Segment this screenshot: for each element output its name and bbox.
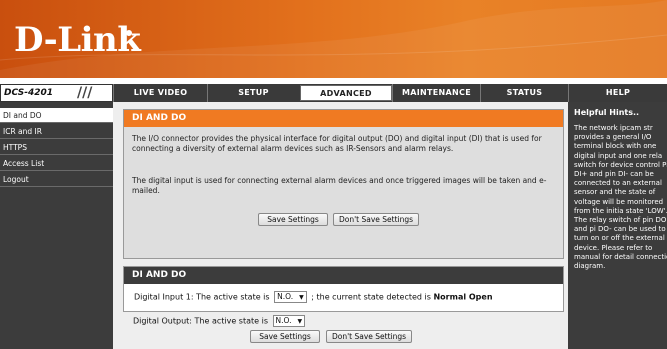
digital-output-row: Digital Output: The active state is N.O.… <box>133 315 307 327</box>
dlink-logo: D-Link <box>14 20 141 60</box>
settings-panel-title: DI AND DO <box>124 267 563 284</box>
sidebar: DI and DO ICR and IR HTTPS Access List L… <box>0 102 113 349</box>
di-do-info-panel: DI AND DO The I/O connector provides the… <box>123 109 564 259</box>
helpful-hints-panel: Helpful Hints.. The network ipcam str pr… <box>568 102 667 349</box>
hints-title: Helpful Hints.. <box>574 108 640 117</box>
di-do-settings-panel: DI AND DO Digital Input 1: The active st… <box>123 266 564 312</box>
digital-input-state-value: N.O. <box>277 292 294 301</box>
model-label: DCS-4201 /// <box>0 84 113 102</box>
digital-output-state-select[interactable]: N.O. ▼ <box>272 315 306 327</box>
sidebar-item-logout[interactable]: Logout <box>0 172 113 187</box>
model-name: DCS-4201 <box>4 88 54 98</box>
sidebar-item-https[interactable]: HTTPS <box>0 140 113 155</box>
tab-advanced[interactable]: ADVANCED <box>300 85 392 101</box>
digital-output-label: Digital Output: The active state is <box>133 316 268 326</box>
dropdown-arrow-icon: ▼ <box>297 318 303 325</box>
tab-setup[interactable]: SETUP <box>207 84 299 102</box>
bottom-dont-save-settings-button[interactable]: Don't Save Settings <box>326 330 412 343</box>
header-banner: D-Link <box>0 0 667 78</box>
logo-dot-icon <box>126 30 132 36</box>
tab-help[interactable]: HELP <box>568 84 667 102</box>
digital-output-state-value: N.O. <box>275 316 292 325</box>
digital-input-current-label: ; the current state detected is <box>311 292 431 302</box>
digital-input-label: Digital Input 1: The active state is <box>134 292 270 302</box>
tab-status[interactable]: STATUS <box>480 84 568 102</box>
dropdown-arrow-icon: ▼ <box>299 294 304 301</box>
tab-maintenance[interactable]: MAINTENANCE <box>392 84 480 102</box>
bottom-save-settings-button[interactable]: Save Settings <box>250 330 320 343</box>
dont-save-settings-button[interactable]: Don't Save Settings <box>333 213 419 226</box>
digital-input-current-state: Normal Open <box>433 292 493 302</box>
sidebar-item-di-and-do[interactable]: DI and DO <box>0 108 113 123</box>
save-settings-button[interactable]: Save Settings <box>258 213 328 226</box>
sidebar-item-icr-and-ir[interactable]: ICR and IR <box>0 124 113 139</box>
hints-body: The network ipcam str provides a general… <box>574 124 667 271</box>
model-slash-decoration: /// <box>77 85 93 101</box>
tab-live-video[interactable]: LIVE VIDEO <box>113 84 207 102</box>
panel-description-2: The digital input is used for connecting… <box>132 176 547 195</box>
panel-title: DI AND DO <box>124 110 563 127</box>
digital-input-state-select[interactable]: N.O. ▼ <box>274 291 307 303</box>
panel-description-1: The I/O connector provides the physical … <box>132 134 542 153</box>
digital-input-row: Digital Input 1: The active state is N.O… <box>134 291 493 303</box>
sidebar-item-access-list[interactable]: Access List <box>0 156 113 171</box>
